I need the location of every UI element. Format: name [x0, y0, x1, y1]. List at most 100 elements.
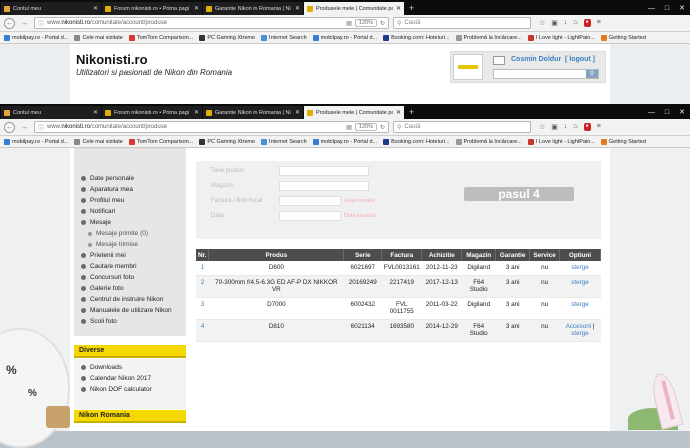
star-icon[interactable]: ☆	[539, 19, 545, 27]
minimize-icon[interactable]: —	[648, 106, 655, 119]
browser-tab[interactable]: Garantie Nikon in Romania | Ni ✕	[203, 106, 303, 119]
forward-button[interactable]: →	[19, 18, 30, 29]
zoom-level[interactable]: 120%	[354, 19, 377, 27]
menu-item[interactable]: Cautare membri	[74, 261, 186, 272]
address-bar[interactable]: ⓘ www.nikonisti.ro/comunitate/account/pr…	[34, 17, 389, 29]
bookmark-item[interactable]: Getting Started	[600, 34, 646, 41]
bookmark-item[interactable]: mobilpay.ro - Portal d...	[312, 34, 377, 41]
menu-item[interactable]: Manualele de utilizare Nikon	[74, 305, 186, 316]
menu-item[interactable]: Mesaje	[74, 217, 186, 228]
close-tab-icon[interactable]: ✕	[194, 109, 199, 116]
submenu-item[interactable]: Mesaje primite (0)	[74, 228, 186, 239]
menu-item[interactable]: Concursuri foto	[74, 272, 186, 283]
diverse-item[interactable]: Downloads	[74, 362, 186, 373]
menu-item[interactable]: Aparatura mea	[74, 184, 186, 195]
maximize-icon[interactable]: □	[665, 2, 669, 15]
factura-file-input[interactable]	[279, 196, 341, 206]
new-tab-icon[interactable]: +	[409, 106, 414, 119]
bookmark-item[interactable]: Booking.com: Hoteluri...	[383, 138, 450, 145]
magazin-input[interactable]	[279, 181, 369, 191]
search-bar[interactable]: ⚲ Caută	[393, 17, 531, 29]
menu-item[interactable]: Profilul meu	[74, 195, 186, 206]
zoom-level[interactable]: 120%	[354, 123, 377, 131]
bookmark-item[interactable]: Cele mai vizitate	[74, 34, 123, 41]
close-window-icon[interactable]: ✕	[679, 2, 685, 15]
bookmark-item[interactable]: Getting Started	[600, 138, 646, 145]
step-4-button[interactable]: pasul 4	[464, 187, 574, 201]
bookmark-item[interactable]: Booking.com: Hoteluri...	[383, 34, 450, 41]
browser-tab[interactable]: Produsele mele | Comunitate pa ✕	[304, 106, 404, 119]
close-tab-icon[interactable]: ✕	[396, 5, 401, 12]
adblock-icon[interactable]: ●	[583, 123, 591, 131]
close-tab-icon[interactable]: ✕	[93, 109, 98, 116]
close-tab-icon[interactable]: ✕	[295, 5, 300, 12]
browser-tab[interactable]: Forum nikonisti.ro • Prima pagi ✕	[102, 106, 202, 119]
close-tab-icon[interactable]: ✕	[396, 109, 401, 116]
envelope-icon[interactable]	[493, 56, 505, 65]
diverse-item[interactable]: Nikon DOF calculator	[74, 384, 186, 395]
browser-tab[interactable]: Forum nikonisti.ro • Prima pagi ✕	[102, 2, 202, 15]
bookmark-item[interactable]: mobilpay.ro - Portal d...	[4, 138, 68, 145]
menu-item[interactable]: Centrul de instruire Nikon	[74, 294, 186, 305]
bookmark-item[interactable]: TomTom Comparison...	[128, 34, 193, 41]
bookmark-item[interactable]: mobilpay.ro - Portal d...	[4, 34, 68, 41]
user-name[interactable]: Cosmin Doldur	[511, 56, 561, 63]
home-icon[interactable]: ⌂	[573, 19, 577, 27]
download-icon[interactable]: ↓	[564, 123, 568, 131]
browser-tab[interactable]: Garantie Nikon in Romania | Ni ✕	[203, 2, 303, 15]
reader-icon[interactable]: ▤	[346, 124, 352, 131]
browser-tab[interactable]: Contul meu ✕	[1, 106, 101, 119]
close-tab-icon[interactable]: ✕	[93, 5, 98, 12]
bookmark-item[interactable]: I Love light - LightPain...	[527, 138, 595, 145]
delete-link[interactable]: sterge	[571, 279, 589, 286]
delete-link[interactable]: sterge	[571, 264, 589, 271]
new-tab-icon[interactable]: +	[409, 2, 414, 15]
reload-icon[interactable]: ↻	[380, 20, 385, 27]
address-bar[interactable]: ⓘ www.nikonisti.ro/comunitate/account/pr…	[34, 121, 389, 133]
close-window-icon[interactable]: ✕	[679, 106, 685, 119]
bookmark-item[interactable]: Internet Search	[261, 138, 307, 145]
menu-item[interactable]: Date personale	[74, 173, 186, 184]
bookmark-item[interactable]: TomTom Comparison...	[128, 138, 193, 145]
bookmark-item[interactable]: Problemă la încărcare...	[455, 34, 522, 41]
delete-link[interactable]: sterge	[571, 301, 589, 308]
bookmark-item[interactable]: PC Gaming Xtreme	[199, 34, 255, 41]
menu-icon[interactable]: ≡	[597, 123, 601, 131]
site-title[interactable]: Nikonisti.ro	[76, 52, 148, 67]
delete-link[interactable]: sterge	[571, 330, 589, 337]
data-input[interactable]	[279, 211, 341, 221]
maximize-icon[interactable]: □	[665, 106, 669, 119]
menu-item[interactable]: Scoli foto	[74, 316, 186, 327]
home-icon[interactable]: ⌂	[573, 123, 577, 131]
close-tab-icon[interactable]: ✕	[295, 109, 300, 116]
browser-tab[interactable]: Produsele mele | Comunitate pa ✕	[304, 2, 404, 15]
submenu-item[interactable]: Mesaje trimise	[74, 239, 186, 250]
forward-button[interactable]: →	[19, 122, 30, 133]
search-bar[interactable]: ⚲ Caută	[393, 121, 531, 133]
bookmark-item[interactable]: PC Gaming Xtreme	[199, 138, 255, 145]
reader-icon[interactable]: ▤	[346, 20, 352, 27]
diverse-item[interactable]: Calendar Nikon 2017	[74, 373, 186, 384]
reload-icon[interactable]: ↻	[380, 124, 385, 131]
bookmark-item[interactable]: I Love light - LightPain...	[527, 34, 595, 41]
back-button[interactable]: ←	[4, 121, 15, 133]
bookmark-item[interactable]: Cele mai vizitate	[74, 138, 123, 145]
bookmark-item[interactable]: Problemă la încărcare...	[455, 138, 522, 145]
browser-tab[interactable]: Contul meu ✕	[1, 2, 101, 15]
site-search-input[interactable]: ⚲	[493, 69, 599, 79]
minimize-icon[interactable]: —	[648, 2, 655, 15]
close-tab-icon[interactable]: ✕	[194, 5, 199, 12]
menu-item[interactable]: Notificari	[74, 206, 186, 217]
adblock-icon[interactable]: ●	[583, 19, 591, 27]
clipboard-icon[interactable]: ▣	[551, 19, 558, 27]
menu-item[interactable]: Galerie foto	[74, 283, 186, 294]
back-button[interactable]: ←	[4, 17, 15, 29]
produs-input[interactable]	[279, 166, 369, 176]
bookmark-item[interactable]: Internet Search	[261, 34, 307, 41]
bookmark-item[interactable]: mobilpay.ro - Portal d...	[312, 138, 377, 145]
menu-item[interactable]: Prietenii mei	[74, 250, 186, 261]
site-search-button[interactable]: ⚲	[586, 70, 598, 78]
accessories-link[interactable]: Accesorii	[566, 323, 592, 330]
clipboard-icon[interactable]: ▣	[551, 123, 558, 131]
download-icon[interactable]: ↓	[564, 19, 568, 27]
